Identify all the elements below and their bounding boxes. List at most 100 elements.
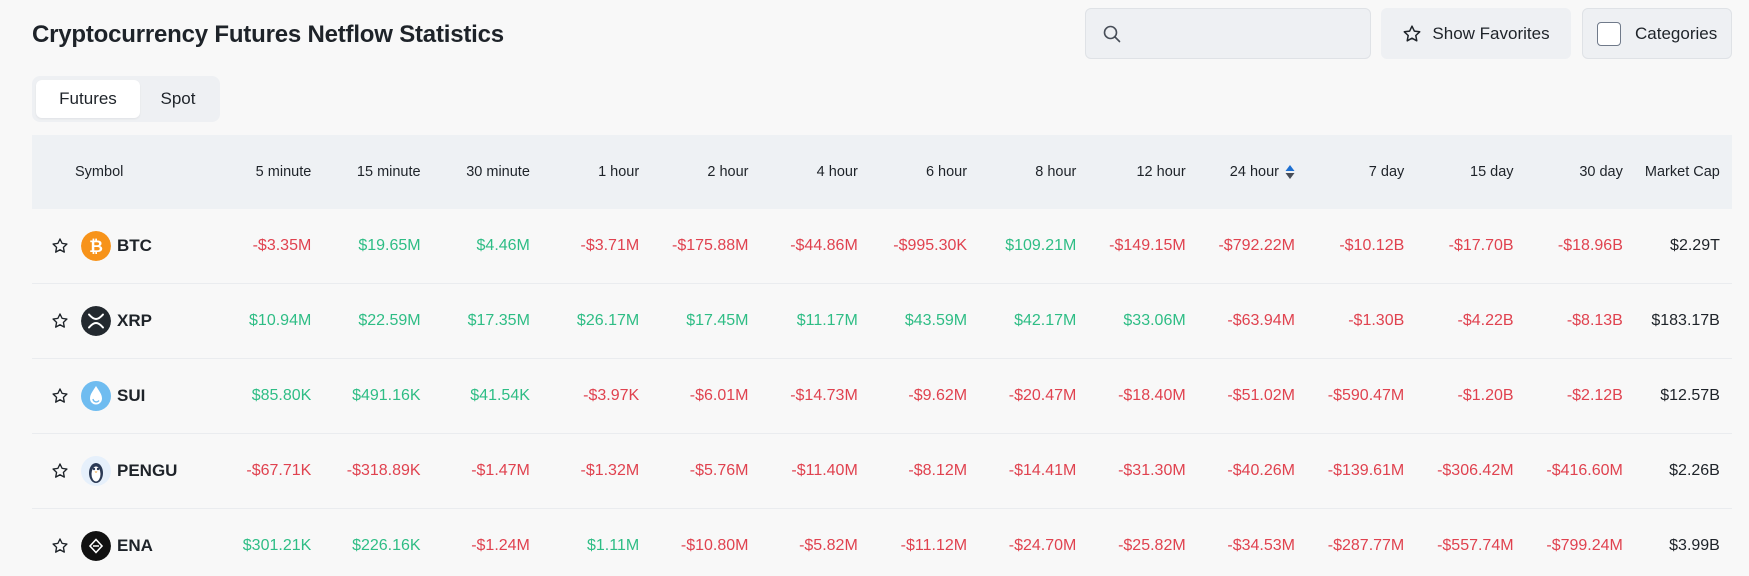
coin-symbol[interactable]: SUI — [117, 386, 145, 406]
netflow-value: $42.17M — [1014, 312, 1077, 329]
netflow-value: $4.46M — [476, 237, 530, 254]
column-header[interactable]: 30 minute — [421, 164, 530, 180]
netflow-value: -$175.88M — [671, 237, 749, 254]
column-header[interactable]: 6 hour — [858, 164, 967, 180]
categories-label: Categories — [1635, 23, 1718, 43]
netflow-value: -$3.35M — [252, 237, 312, 254]
netflow-value: -$3.97K — [583, 387, 640, 404]
netflow-value: $1.11M — [587, 537, 640, 554]
show-favorites-button[interactable]: Show Favorites — [1381, 8, 1571, 59]
market-cap-value: $2.26B — [1669, 462, 1720, 479]
coin-symbol[interactable]: PENGU — [117, 461, 177, 481]
coin-symbol[interactable]: XRP — [117, 311, 152, 331]
favorite-star-icon[interactable] — [51, 237, 69, 255]
column-header-label: 8 hour — [1035, 164, 1077, 180]
favorite-star-icon[interactable] — [51, 462, 69, 480]
netflow-value: -$18.96B — [1557, 237, 1623, 254]
column-header-label: 2 hour — [707, 164, 749, 180]
netflow-table: Symbol 5 minute 15 minute 30 minute 1 hour 2 … — [32, 135, 1732, 576]
table-row[interactable]: ENA $301.21K $226.16K -$1.24M $1.11M -$10.80M… — [32, 509, 1732, 576]
search-icon — [1103, 25, 1121, 42]
coin-symbol[interactable]: ENA — [117, 536, 153, 556]
symbol-cell: XRP — [32, 306, 202, 336]
sort-icon[interactable] — [1285, 164, 1295, 180]
netflow-value: -$24.70M — [1008, 537, 1077, 554]
column-header[interactable]: 24 hour — [1186, 164, 1295, 180]
netflow-value: -$67.71K — [246, 462, 312, 479]
sui-icon — [81, 381, 111, 411]
column-header-label: 30 minute — [466, 164, 530, 180]
netflow-value: -$10.12B — [1339, 237, 1405, 254]
tab-futures[interactable]: Futures — [36, 80, 140, 118]
column-header-label: 6 hour — [925, 164, 968, 180]
netflow-value: -$5.82M — [799, 537, 858, 554]
netflow-value: -$8.12M — [908, 462, 968, 479]
netflow-value: $17.45M — [686, 312, 749, 329]
netflow-value: $109.21M — [1005, 237, 1077, 254]
column-header[interactable]: 7 day — [1295, 164, 1404, 180]
btc-icon: ₿ — [81, 231, 111, 261]
column-header[interactable]: 15 day — [1404, 164, 1514, 180]
netflow-value: -$18.40M — [1118, 387, 1186, 404]
netflow-value: -$792.22M — [1218, 237, 1295, 254]
netflow-value: -$4.22B — [1457, 312, 1514, 329]
symbol-cell: ₿ BTC — [32, 231, 202, 261]
market-cap-value: $12.57B — [1660, 387, 1720, 404]
netflow-value: -$8.13B — [1566, 312, 1623, 329]
svg-text:₿: ₿ — [89, 237, 103, 256]
column-header[interactable]: 15 minute — [311, 164, 421, 180]
column-header-label: 24 hour — [1229, 163, 1279, 180]
table-row[interactable]: PENGU -$67.71K -$318.89K -$1.47M -$1.32M -$5.… — [32, 434, 1732, 509]
search-box[interactable] — [1085, 8, 1371, 59]
table-row[interactable]: ₿ BTC -$3.35M $19.65M $4.46M -$3.71M -$175.88M… — [32, 209, 1732, 284]
netflow-value: -$11.40M — [791, 462, 858, 479]
column-header[interactable]: 12 hour — [1076, 164, 1185, 180]
table-body: ₿ BTC -$3.35M $19.65M $4.46M -$3.71M -$175.88M… — [32, 209, 1732, 576]
show-favorites-label: Show Favorites — [1432, 23, 1550, 43]
netflow-value: $22.59M — [358, 312, 421, 329]
netflow-value: -$5.76M — [689, 462, 749, 479]
netflow-value: -$1.20B — [1457, 387, 1514, 404]
netflow-value: $19.65M — [358, 237, 421, 254]
search-input[interactable] — [1132, 24, 1362, 43]
netflow-value: -$14.41M — [1008, 462, 1077, 479]
netflow-value: $43.59M — [904, 312, 968, 329]
categories-toggle[interactable]: Categories — [1582, 8, 1732, 59]
table-row[interactable]: SUI $85.80K $491.16K $41.54K -$3.97K -$6.01M -… — [32, 359, 1732, 434]
tab-spot[interactable]: Spot — [140, 80, 216, 118]
netflow-value: -$44.86M — [790, 237, 858, 254]
column-header[interactable]: 5 minute — [202, 164, 312, 180]
symbol-cell: ENA — [32, 531, 202, 561]
netflow-value: -$149.15M — [1109, 237, 1186, 254]
table-row[interactable]: XRP $10.94M $22.59M $17.35M $26.17M $17.45M $1… — [32, 284, 1732, 359]
market-type-tabs: Futures Spot — [32, 76, 220, 122]
netflow-value: $33.06M — [1123, 312, 1186, 329]
favorite-star-icon[interactable] — [51, 387, 69, 405]
column-header[interactable]: 1 hour — [530, 164, 639, 180]
page-title: Cryptocurrency Futures Netflow Statistic… — [32, 21, 504, 48]
netflow-value: -$31.30M — [1118, 462, 1186, 479]
netflow-value: $17.35M — [467, 312, 530, 329]
netflow-value: -$10.80M — [680, 537, 749, 554]
market-cap-value: $2.29T — [1670, 237, 1720, 254]
favorite-star-icon[interactable] — [51, 312, 69, 330]
market-cap-value: $183.17B — [1651, 312, 1720, 329]
symbol-cell: SUI — [32, 381, 202, 411]
netflow-value: $11.17M — [796, 312, 858, 329]
netflow-value: -$1.30B — [1348, 312, 1405, 329]
coin-symbol[interactable]: BTC — [117, 236, 152, 256]
xrp-icon — [81, 306, 111, 336]
column-header[interactable]: 8 hour — [967, 164, 1076, 180]
column-header[interactable]: 4 hour — [748, 164, 858, 180]
column-header[interactable]: 30 day — [1514, 164, 1623, 180]
netflow-value: -$9.62M — [908, 387, 968, 404]
column-header[interactable]: 2 hour — [639, 164, 748, 180]
categories-checkbox[interactable] — [1597, 21, 1621, 46]
column-header-symbol[interactable]: Symbol — [32, 164, 202, 180]
column-header-label: Symbol — [75, 164, 124, 180]
netflow-value: -$287.77M — [1327, 537, 1405, 554]
netflow-value: -$139.61M — [1327, 462, 1405, 479]
netflow-value: $41.54K — [470, 387, 530, 404]
column-header[interactable]: Market Cap — [1623, 164, 1720, 180]
favorite-star-icon[interactable] — [51, 537, 69, 555]
